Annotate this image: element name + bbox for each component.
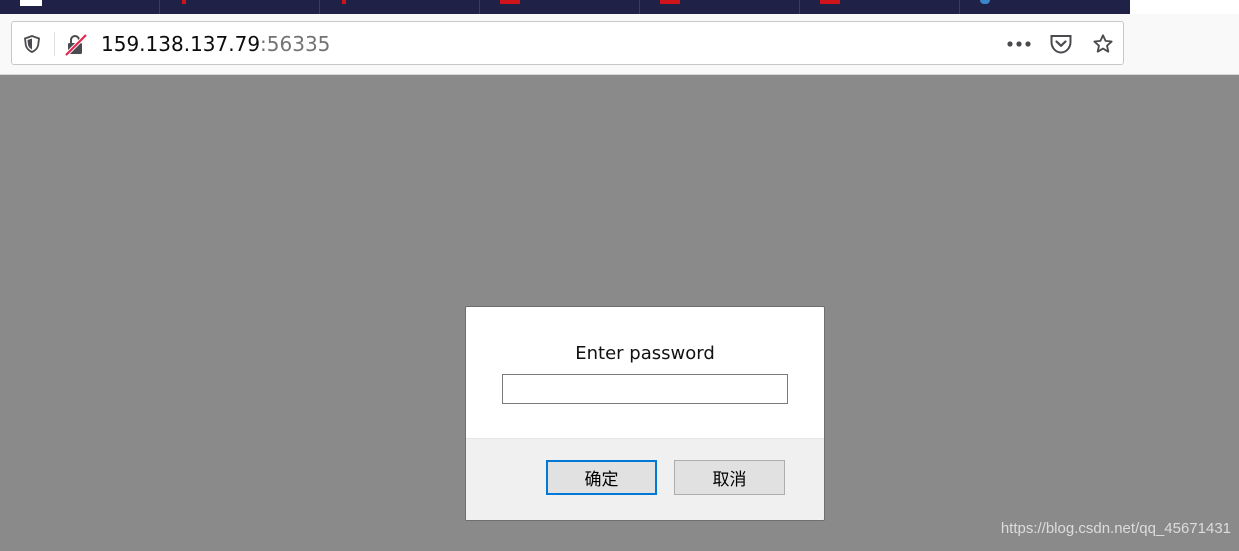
titlebar-blank: [1130, 0, 1239, 14]
browser-tab[interactable]: [160, 0, 320, 14]
csdn-icon: [182, 0, 186, 4]
url-divider: [54, 32, 55, 56]
browser-tab[interactable]: [960, 0, 1120, 14]
url-bar[interactable]: 159.138.137.79:56335: [11, 21, 1124, 65]
csdn-icon: [342, 0, 346, 4]
url-host: 159.138.137.79: [101, 32, 261, 56]
pdf-icon: [500, 0, 520, 4]
password-dialog: Enter password 确定 取消: [465, 306, 825, 521]
page-icon: [20, 0, 42, 6]
shield-icon[interactable]: [22, 34, 42, 54]
globe-icon: [980, 0, 990, 4]
watermark: https://blog.csdn.net/qq_45671431: [1000, 520, 1231, 537]
dialog-message: Enter password: [575, 343, 715, 364]
ok-button[interactable]: 确定: [546, 460, 657, 495]
tab-strip: [0, 0, 1130, 14]
browser-tab[interactable]: [800, 0, 960, 14]
dialog-footer: 确定 取消: [466, 438, 824, 520]
pocket-icon[interactable]: [1049, 33, 1073, 55]
password-input[interactable]: [502, 374, 788, 404]
insecure-connection-icon[interactable]: [64, 33, 88, 57]
url-text[interactable]: 159.138.137.79:56335: [101, 31, 330, 57]
pdf-icon: [660, 0, 680, 4]
cancel-button[interactable]: 取消: [674, 460, 785, 495]
more-icon[interactable]: [1006, 33, 1031, 55]
url-port: :56335: [260, 32, 331, 56]
browser-tab[interactable]: [480, 0, 640, 14]
bookmark-star-icon[interactable]: [1091, 33, 1115, 55]
browser-tab[interactable]: [320, 0, 480, 14]
browser-tab[interactable]: [0, 0, 160, 14]
browser-tab[interactable]: [640, 0, 800, 14]
pdf-icon: [820, 0, 840, 4]
